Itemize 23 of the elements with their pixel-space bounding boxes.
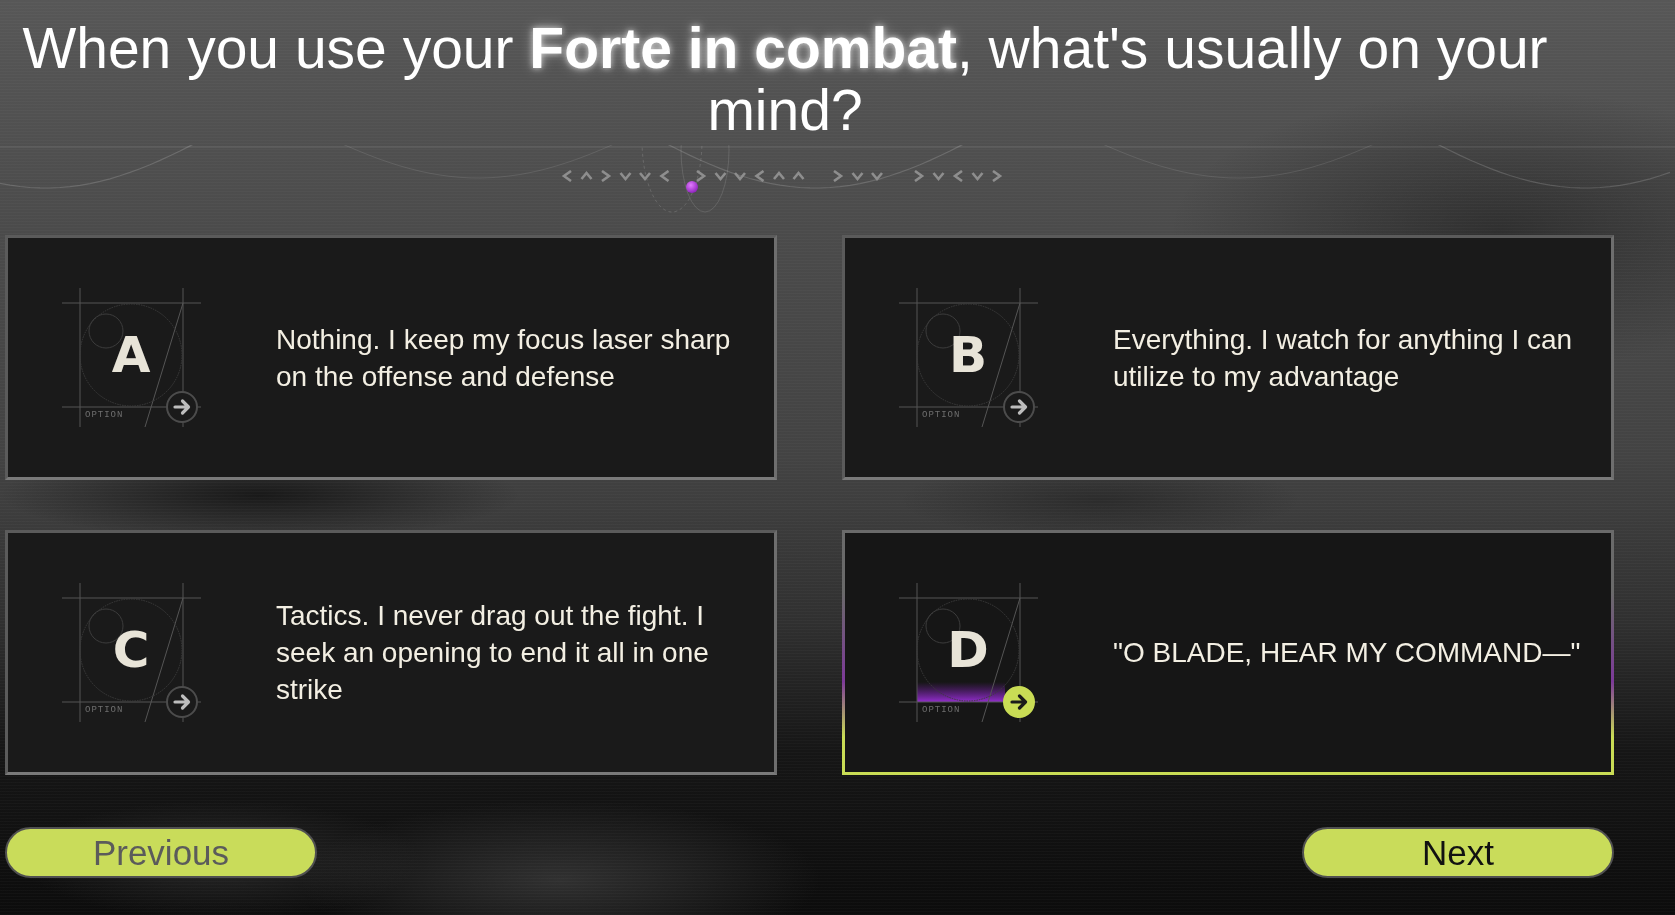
option-letter: D <box>946 620 990 679</box>
question-title: When you use your Forte in combat, what's usually on your mind? <box>21 17 1549 141</box>
arrow-right-icon <box>166 390 198 423</box>
option-tag: OPTION <box>85 409 124 421</box>
option-card[interactable]: D OPTION "O BLADE, HEAR MY COMMAND—" <box>842 530 1614 775</box>
option-card[interactable]: A OPTION Nothing. I keep my focus laser sharp on the offense and defense <box>5 235 777 480</box>
option-text: Everything. I watch for anything I can utilize to my advantage <box>1113 322 1574 394</box>
option-card[interactable]: B OPTION Everything. I watch for anything I can utilize to my advantage <box>842 235 1614 480</box>
option-tag: OPTION <box>922 704 961 716</box>
option-tag: OPTION <box>922 409 961 421</box>
option-letter: A <box>110 325 152 384</box>
option-card[interactable]: C OPTION Tactics. I never drag out the fight. I seek an opening to end it all in one strike <box>5 530 777 775</box>
option-text: "O BLADE, HEAR MY COMMAND—" <box>1113 636 1582 670</box>
arrow-right-icon <box>166 685 198 718</box>
option-letter: C <box>111 620 151 679</box>
nav-button[interactable]: Next <box>1302 827 1614 878</box>
option-text: Tactics. I never drag out the fight. I seek an opening to end it all in one strike <box>276 599 710 707</box>
orb-icon <box>686 181 698 193</box>
arrow-right-icon <box>1003 390 1035 423</box>
option-tag: OPTION <box>85 704 124 716</box>
arrow-right-icon <box>1003 685 1035 718</box>
option-letter: B <box>947 325 989 384</box>
option-text: Nothing. I keep my focus laser sharp on the offense and defense <box>276 322 732 394</box>
